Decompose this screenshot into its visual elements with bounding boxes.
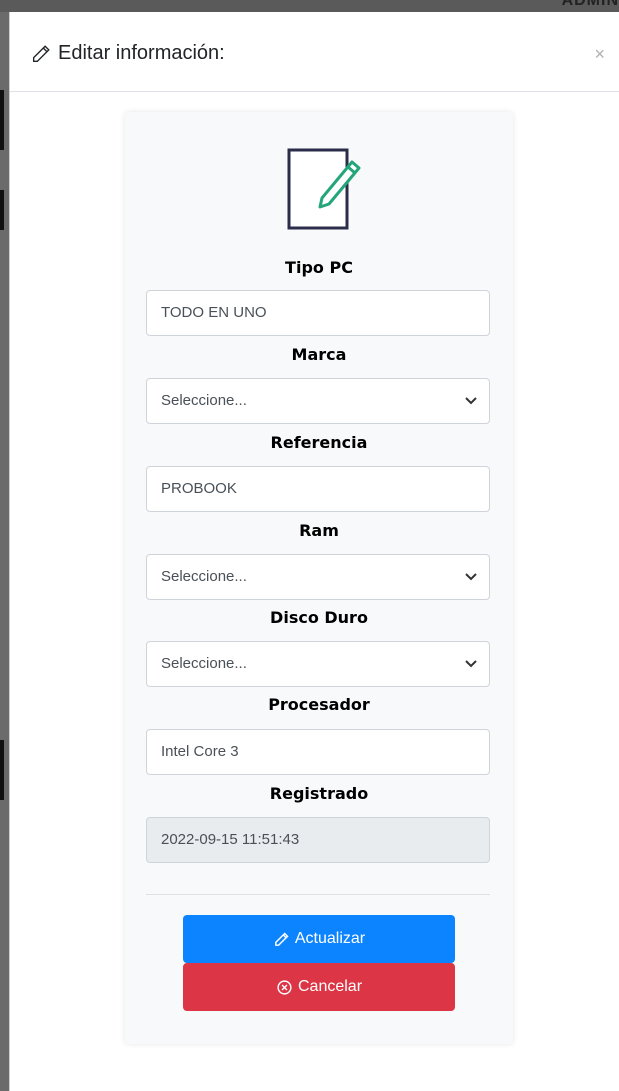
disco-duro-label: Disco Duro — [270, 608, 368, 627]
cancel-button-label: Cancelar — [297, 978, 363, 995]
procesador-input[interactable]: Intel Core 3 — [146, 729, 490, 775]
referencia-label: Referencia — [270, 433, 368, 452]
update-button[interactable]: Actualizar — [183, 915, 455, 963]
tipo-pc-input[interactable]: TODO EN UNO — [146, 290, 490, 336]
referencia-input[interactable]: PROBOOK — [146, 466, 490, 512]
form-card: Tipo PC TODO EN UNO Marca Seleccione... … — [125, 112, 513, 1044]
registrado-input: 2022-09-15 11:51:43 — [146, 817, 490, 863]
tipo-pc-label: Tipo PC — [285, 258, 353, 277]
chevron-down-icon — [465, 573, 477, 581]
procesador-label: Procesador — [268, 695, 370, 714]
update-button-label: Actualizar — [294, 930, 366, 947]
circle-x-icon — [277, 979, 292, 995]
ram-label: Ram — [299, 521, 339, 540]
marca-value: Seleccione... — [161, 392, 247, 409]
chevron-down-icon — [465, 397, 477, 405]
ram-select[interactable]: Seleccione... — [146, 554, 490, 600]
form-divider — [146, 894, 490, 895]
backdrop-edge — [0, 740, 4, 800]
registrado-label: Registrado — [269, 784, 369, 803]
edit-modal: Editar información: × Tipo PC TODO EN UN… — [9, 12, 619, 1091]
marca-select[interactable]: Seleccione... — [146, 378, 490, 424]
ram-value: Seleccione... — [161, 568, 247, 585]
backdrop-edge — [0, 190, 4, 230]
disco-duro-select[interactable]: Seleccione... — [146, 641, 490, 687]
referencia-value: PROBOOK — [161, 480, 237, 497]
edit-document-icon — [287, 148, 361, 230]
pencil-icon — [275, 931, 289, 946]
backdrop-admin-text: ADMIN — [561, 0, 619, 9]
cancel-button[interactable]: Cancelar — [183, 963, 455, 1011]
backdrop-header: ADMIN — [0, 0, 619, 12]
modal-title-text: Editar información: — [58, 42, 225, 64]
close-button[interactable]: × — [594, 44, 605, 65]
disco-duro-value: Seleccione... — [161, 655, 247, 672]
tipo-pc-value: TODO EN UNO — [161, 304, 267, 321]
modal-title: Editar información: — [30, 42, 225, 65]
chevron-down-icon — [465, 660, 477, 668]
marca-label: Marca — [291, 345, 347, 364]
registrado-value: 2022-09-15 11:51:43 — [161, 831, 300, 848]
procesador-value: Intel Core 3 — [161, 743, 239, 760]
pencil-icon — [32, 44, 50, 62]
modal-header: Editar información: × — [10, 12, 619, 92]
backdrop-edge — [0, 90, 4, 150]
